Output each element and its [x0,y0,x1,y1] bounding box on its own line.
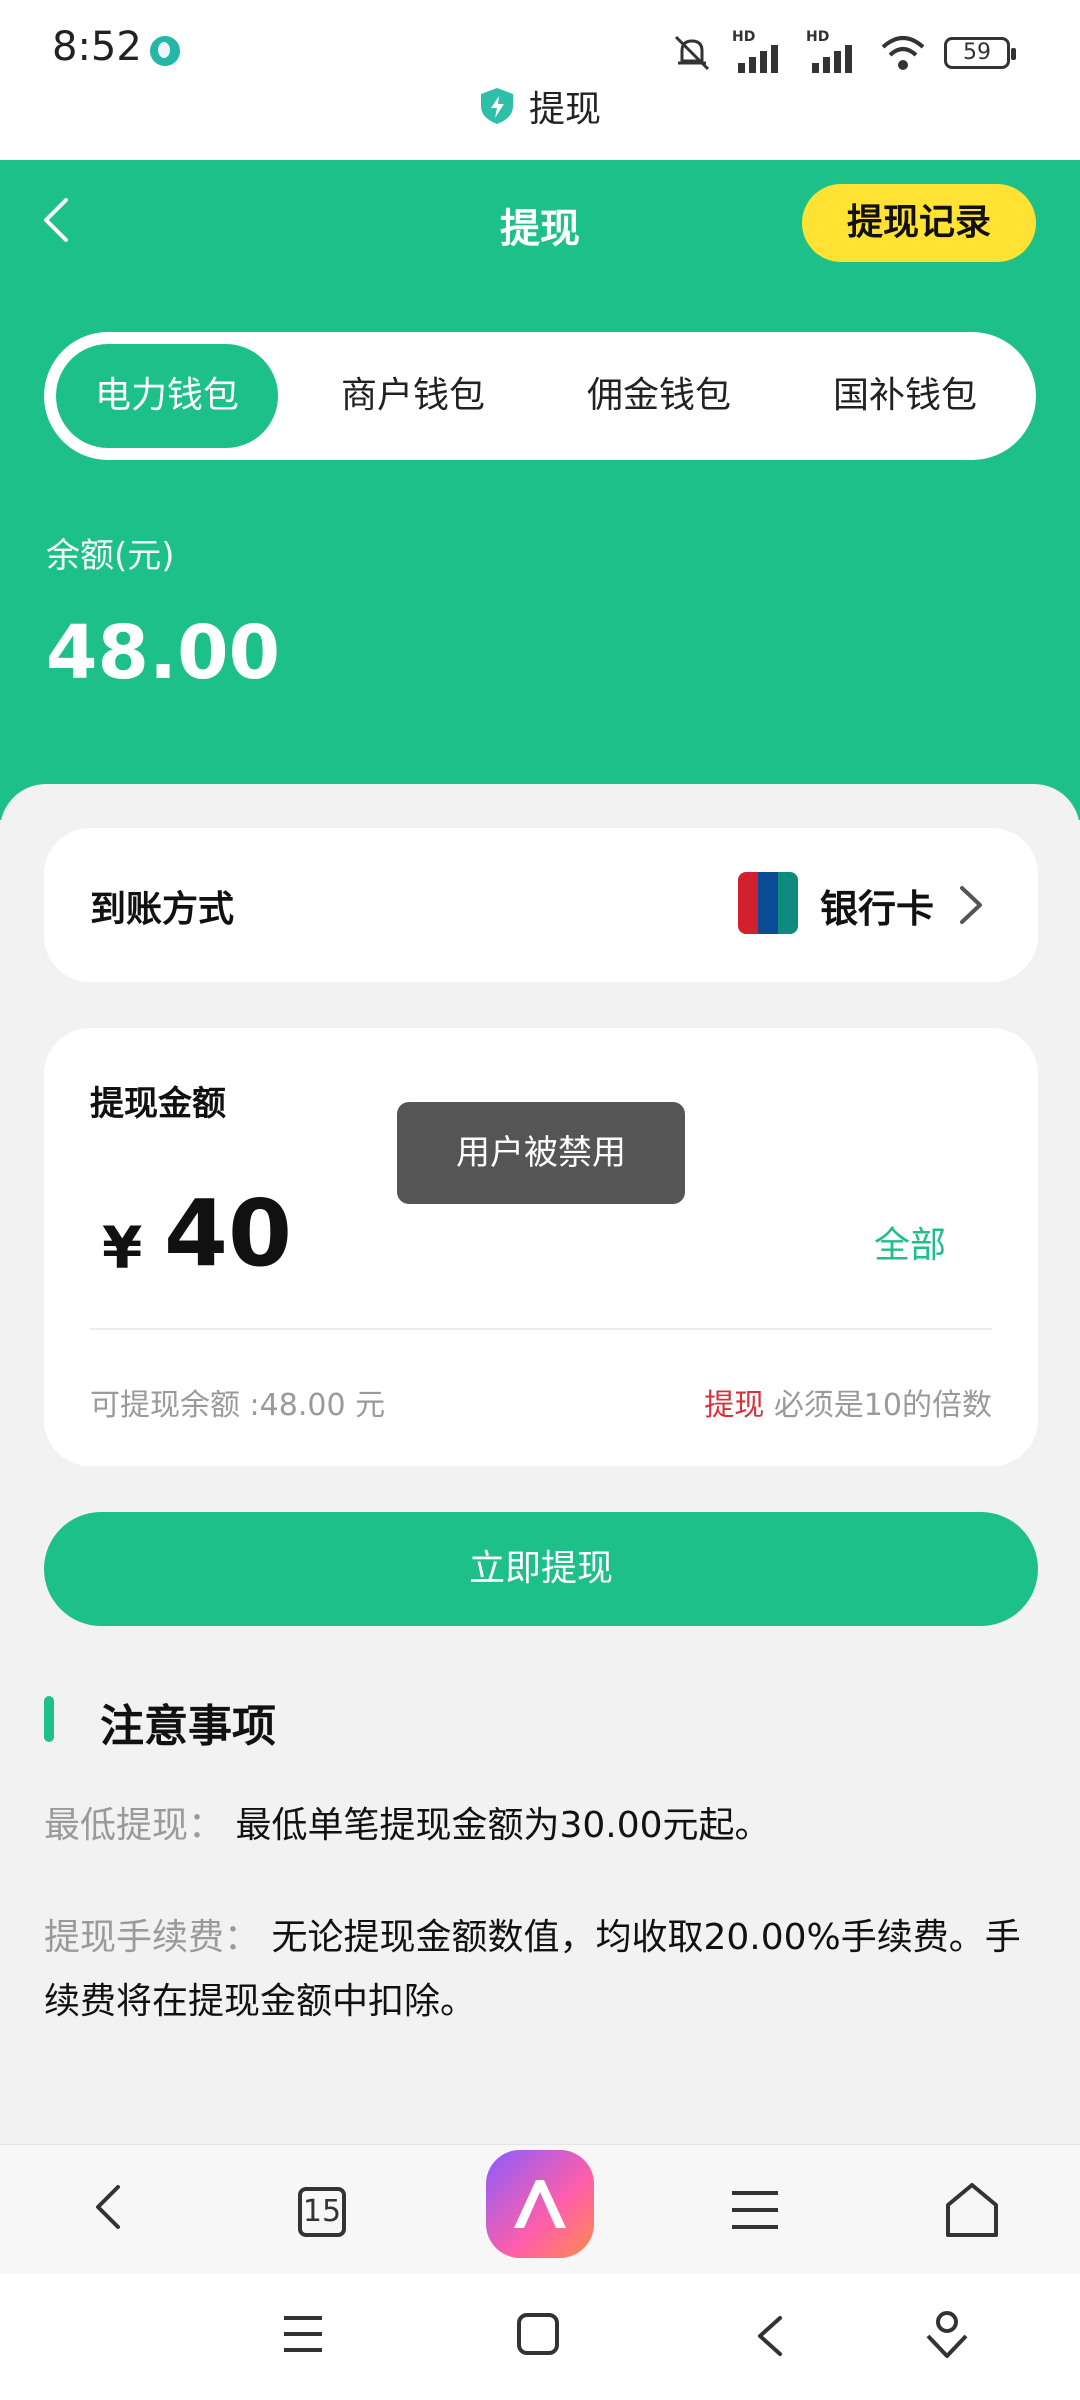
browser-back-icon[interactable] [88,2175,128,2239]
divider [90,1328,992,1330]
battery-indicator: 59 [944,37,1016,69]
mute-bell-icon [674,35,710,71]
available-balance: 可提现余额 :48.00 元 [90,1388,386,1423]
withdraw-all-button[interactable]: 全部 [874,1216,946,1268]
tab-commission-wallet[interactable]: 佣金钱包 [548,344,770,448]
system-nav-bar [0,2274,1080,2400]
withdraw-now-button[interactable]: 立即提现 [44,1512,1038,1626]
withdraw-record-button[interactable]: 提现记录 [802,184,1036,262]
payout-method-row[interactable]: 到账方式 银行卡 [44,828,1038,982]
signal-hd-2: HD [806,29,862,75]
unionpay-icon [738,872,798,934]
payout-method-label: 到账方式 [90,889,235,930]
shield-icon [480,88,513,124]
ai-assistant-button[interactable] [486,2150,594,2258]
home-square-icon[interactable] [516,2312,560,2356]
tab-subsidy-wallet[interactable]: 国补钱包 [794,344,1016,448]
chevron-right-icon [960,886,982,924]
browser-page-title: 提现 [0,78,1080,134]
note-item: 最低提现： 最低单笔提现金额为30.00元起。 [44,1796,1044,1848]
assistant-gesture-icon[interactable] [924,2308,970,2360]
status-icons: HD HD 59 [670,28,1016,78]
rule-text: 必须是10的倍数 [773,1388,992,1423]
tabs-count-button[interactable]: 15 [298,2187,346,2237]
currency-symbol: ¥ [102,1214,143,1282]
amount-input[interactable]: 40 [164,1180,292,1287]
withdraw-rule: 提现 必须是10的倍数 [704,1380,992,1424]
browser-title-text: 提现 [528,89,601,130]
wifi-icon [881,36,925,70]
system-back-icon[interactable] [752,2312,786,2360]
tab-power-wallet[interactable]: 电力钱包 [56,344,278,448]
signal-icon [812,45,852,73]
notes-accent-bar [44,1696,54,1742]
notes-title: 注意事项 [100,1701,276,1752]
signal-icon [738,45,778,73]
signal-hd-1: HD [732,29,788,75]
amount-title: 提现金额 [90,1084,226,1124]
wallet-tabs: 电力钱包 商户钱包 佣金钱包 国补钱包 [44,332,1036,460]
note-item: 提现手续费： 无论提现金额数值，均收取20.00%手续费。手续费将在提现金额中扣… [44,1906,1044,2034]
balance-value: 48.00 [46,610,281,696]
note-label: 最低提现： [44,1805,225,1846]
home-icon[interactable] [944,2181,1000,2239]
ai-logo-icon [514,2180,566,2228]
tab-merchant-wallet[interactable]: 商户钱包 [302,344,524,448]
status-time: 8:52 [52,24,142,70]
amount-card: 提现金额 ¥ 40 全部 可提现余额 :48.00 元 提现 必须是10的倍数 [44,1028,1038,1466]
balance-label: 余额(元) [46,536,175,576]
menu-icon[interactable] [730,2185,780,2235]
note-text: 最低单笔提现金额为30.00元起。 [235,1805,771,1846]
status-bar: 8:52 HD HD 59 提现 [0,0,1080,160]
recent-apps-icon[interactable] [282,2312,324,2356]
payout-method-value: 银行卡 [820,887,935,931]
note-label: 提现手续费： [44,1917,261,1958]
browser-globe-icon [150,36,180,66]
toast-message: 用户被禁用 [397,1102,685,1204]
rule-highlight: 提现 [704,1388,765,1423]
